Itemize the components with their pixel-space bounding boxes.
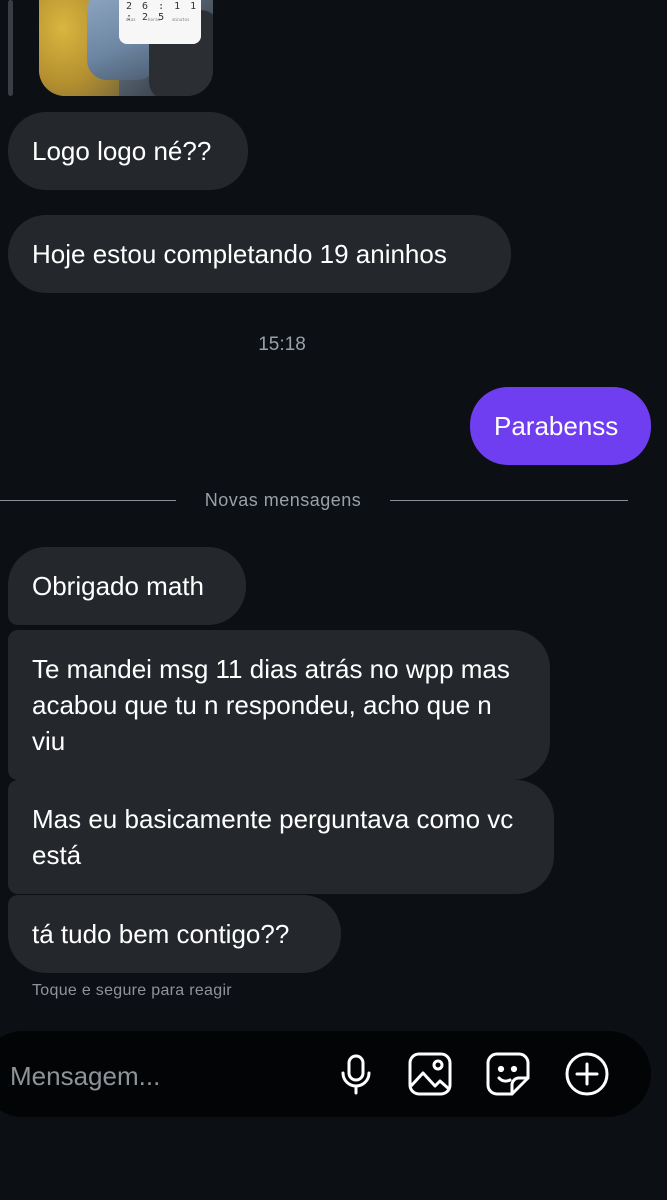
reply-thread-line bbox=[8, 0, 13, 96]
message-bubble[interactable]: Mas eu basicamente perguntava como vc es… bbox=[8, 780, 554, 894]
message-bubble[interactable]: Te mandei msg 11 dias atrás no wpp mas a… bbox=[8, 630, 550, 780]
message-composer bbox=[0, 1031, 651, 1117]
plus-circle-icon[interactable] bbox=[564, 1051, 610, 1097]
image-icon[interactable] bbox=[407, 1051, 453, 1097]
message-bubble[interactable]: tá tudo bem contigo?? bbox=[8, 895, 341, 973]
countdown-card: ▰▰ ◷ 2 6 : 1 1 : 2 5 dias horas minutos bbox=[119, 0, 201, 44]
sent-message-bubble[interactable]: Parabenss bbox=[470, 387, 651, 465]
message-bubble[interactable]: Logo logo né?? bbox=[8, 112, 248, 190]
message-thread: ▰▰ ◷ 2 6 : 1 1 : 2 5 dias horas minutos … bbox=[0, 0, 667, 1030]
shared-photo[interactable]: ▰▰ ◷ 2 6 : 1 1 : 2 5 dias horas minutos bbox=[39, 0, 213, 96]
new-messages-divider: Novas mensagens bbox=[0, 490, 640, 512]
message-bubble[interactable]: Obrigado math bbox=[8, 547, 246, 625]
microphone-icon[interactable] bbox=[333, 1051, 379, 1097]
countdown-units: dias horas minutos bbox=[126, 17, 190, 22]
divider-label: Novas mensagens bbox=[204, 490, 362, 510]
sticker-icon[interactable] bbox=[485, 1051, 531, 1097]
message-bubble[interactable]: Hoje estou completando 19 aninhos bbox=[8, 215, 511, 293]
message-input[interactable] bbox=[8, 1055, 312, 1097]
reaction-hint: Toque e segure para reagir bbox=[32, 982, 232, 999]
timestamp: 15:18 bbox=[258, 334, 306, 355]
